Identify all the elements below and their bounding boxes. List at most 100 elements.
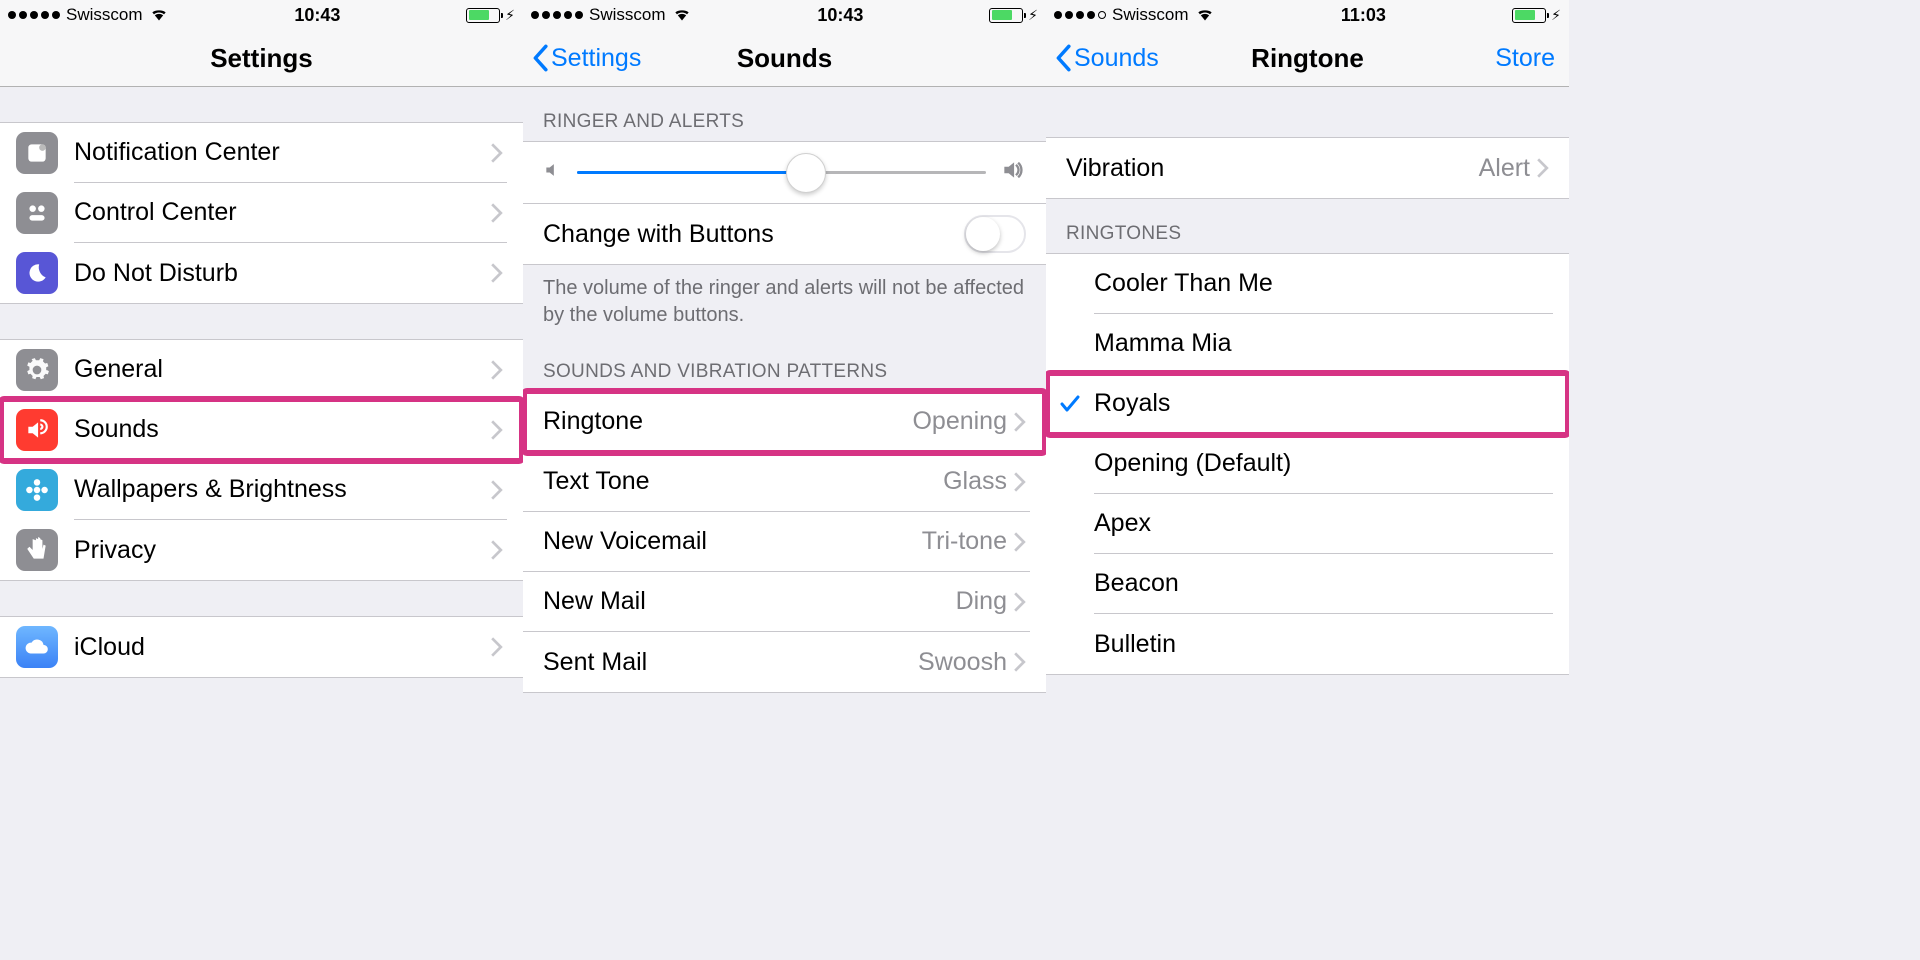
row-do-not-disturb[interactable]: Do Not Disturb xyxy=(0,243,523,303)
speaker-icon xyxy=(16,409,58,451)
nav-bar: Sounds Ringtone Store xyxy=(1046,30,1569,87)
row-change-with-buttons[interactable]: Change with Buttons xyxy=(523,204,1046,264)
signal-icon xyxy=(1054,11,1106,19)
chevron-right-icon xyxy=(1013,471,1026,493)
row-label: Control Center xyxy=(74,198,490,227)
back-button[interactable]: Sounds xyxy=(1054,44,1159,73)
volume-slider[interactable] xyxy=(523,142,1046,204)
chevron-right-icon xyxy=(1013,651,1026,673)
row-privacy[interactable]: Privacy xyxy=(0,520,523,580)
ringtone-item[interactable]: Mamma Mia xyxy=(1046,314,1569,374)
section-header-ringtones: RINGTONES xyxy=(1046,199,1569,253)
row-value: Ding xyxy=(956,587,1007,616)
row-text-tone[interactable]: Text ToneGlass xyxy=(523,452,1046,512)
chevron-right-icon xyxy=(1013,591,1026,613)
toggle-switch[interactable] xyxy=(964,215,1026,253)
row-icloud[interactable]: iCloud xyxy=(0,617,523,677)
row-label: New Voicemail xyxy=(543,527,922,556)
row-new-mail[interactable]: New MailDing xyxy=(523,572,1046,632)
vibration-group: VibrationAlert xyxy=(1046,137,1569,199)
ringtones-group: Cooler Than Me Mamma Mia Royals Opening … xyxy=(1046,253,1569,675)
row-sent-mail[interactable]: Sent MailSwoosh xyxy=(523,632,1046,692)
row-value: Glass xyxy=(943,467,1007,496)
chevron-right-icon xyxy=(490,359,503,381)
battery-icon xyxy=(989,8,1023,23)
row-vibration[interactable]: VibrationAlert xyxy=(1046,138,1569,198)
row-label: Notification Center xyxy=(74,138,490,167)
ringtone-label: Cooler Than Me xyxy=(1094,269,1549,298)
row-wallpapers[interactable]: Wallpapers & Brightness xyxy=(0,460,523,520)
ringtone-item-selected[interactable]: Royals xyxy=(1046,374,1569,434)
page-title: Ringtone xyxy=(1251,43,1364,74)
wifi-icon xyxy=(149,5,169,26)
row-label: Privacy xyxy=(74,536,490,565)
status-bar: Swisscom 10:43 ⚡︎ xyxy=(0,0,523,30)
settings-group-2: General Sounds Wallpapers & Brightness P… xyxy=(0,339,523,581)
control-center-icon xyxy=(16,192,58,234)
page-title: Settings xyxy=(210,43,313,74)
speaker-high-icon xyxy=(1000,157,1026,188)
store-button[interactable]: Store xyxy=(1495,44,1555,73)
section-header-ringer: RINGER AND ALERTS xyxy=(523,87,1046,141)
row-label: Change with Buttons xyxy=(543,220,964,249)
row-sounds[interactable]: Sounds xyxy=(0,400,523,460)
ringtone-label: Opening (Default) xyxy=(1094,449,1549,478)
row-label: iCloud xyxy=(74,633,490,662)
ringer-group: Change with Buttons xyxy=(523,141,1046,265)
row-label: Vibration xyxy=(1066,154,1479,183)
row-new-voicemail[interactable]: New VoicemailTri-tone xyxy=(523,512,1046,572)
ringtone-label: Bulletin xyxy=(1094,630,1549,659)
ringtone-item[interactable]: Apex xyxy=(1046,494,1569,554)
status-bar: Swisscom 10:43 ⚡︎ xyxy=(523,0,1046,30)
settings-group-3: iCloud xyxy=(0,616,523,678)
chevron-right-icon xyxy=(490,419,503,441)
checkmark-icon xyxy=(1046,392,1094,416)
ringtone-item[interactable]: Opening (Default) xyxy=(1046,434,1569,494)
settings-group-1: Notification Center Control Center Do No… xyxy=(0,122,523,304)
row-general[interactable]: General xyxy=(0,340,523,400)
clock: 10:43 xyxy=(817,5,863,26)
row-label: General xyxy=(74,355,490,384)
slider-thumb[interactable] xyxy=(786,153,826,193)
battery-icon xyxy=(1512,8,1546,23)
ringtone-label: Mamma Mia xyxy=(1094,329,1549,358)
clock: 10:43 xyxy=(294,5,340,26)
sounds-group: RingtoneOpening Text ToneGlass New Voice… xyxy=(523,391,1046,693)
row-label: New Mail xyxy=(543,587,956,616)
row-label: Sent Mail xyxy=(543,648,918,677)
ringtone-item[interactable]: Bulletin xyxy=(1046,614,1569,674)
chevron-right-icon xyxy=(490,539,503,561)
row-label: Do Not Disturb xyxy=(74,259,490,288)
ringtone-label: Royals xyxy=(1094,389,1549,418)
section-footer: The volume of the ringer and alerts will… xyxy=(523,265,1046,337)
row-label: Ringtone xyxy=(543,407,912,436)
gear-icon xyxy=(16,349,58,391)
row-value: Opening xyxy=(912,407,1007,436)
row-value: Swoosh xyxy=(918,648,1007,677)
signal-icon xyxy=(8,11,60,19)
wifi-icon xyxy=(672,5,692,26)
section-header-sounds: SOUNDS AND VIBRATION PATTERNS xyxy=(523,337,1046,391)
ringtone-item[interactable]: Cooler Than Me xyxy=(1046,254,1569,314)
status-bar: Swisscom 11:03 ⚡︎ xyxy=(1046,0,1569,30)
battery-icon xyxy=(466,8,500,23)
nav-bar: Settings xyxy=(0,30,523,87)
row-value: Tri-tone xyxy=(922,527,1007,556)
ringtone-label: Apex xyxy=(1094,509,1549,538)
ringtone-item[interactable]: Beacon xyxy=(1046,554,1569,614)
carrier-label: Swisscom xyxy=(1112,5,1189,25)
row-control-center[interactable]: Control Center xyxy=(0,183,523,243)
chevron-right-icon xyxy=(490,479,503,501)
chevron-right-icon xyxy=(490,262,503,284)
carrier-label: Swisscom xyxy=(589,5,666,25)
row-value: Alert xyxy=(1479,154,1530,183)
row-ringtone[interactable]: RingtoneOpening xyxy=(523,392,1046,452)
wifi-icon xyxy=(1195,5,1215,26)
hand-icon xyxy=(16,529,58,571)
charging-icon: ⚡︎ xyxy=(1551,7,1561,24)
row-notification-center[interactable]: Notification Center xyxy=(0,123,523,183)
back-button[interactable]: Settings xyxy=(531,44,641,73)
sounds-screen: Swisscom 10:43 ⚡︎ Settings Sounds RINGER… xyxy=(523,0,1046,784)
row-label: Wallpapers & Brightness xyxy=(74,475,490,504)
clock: 11:03 xyxy=(1341,5,1386,26)
